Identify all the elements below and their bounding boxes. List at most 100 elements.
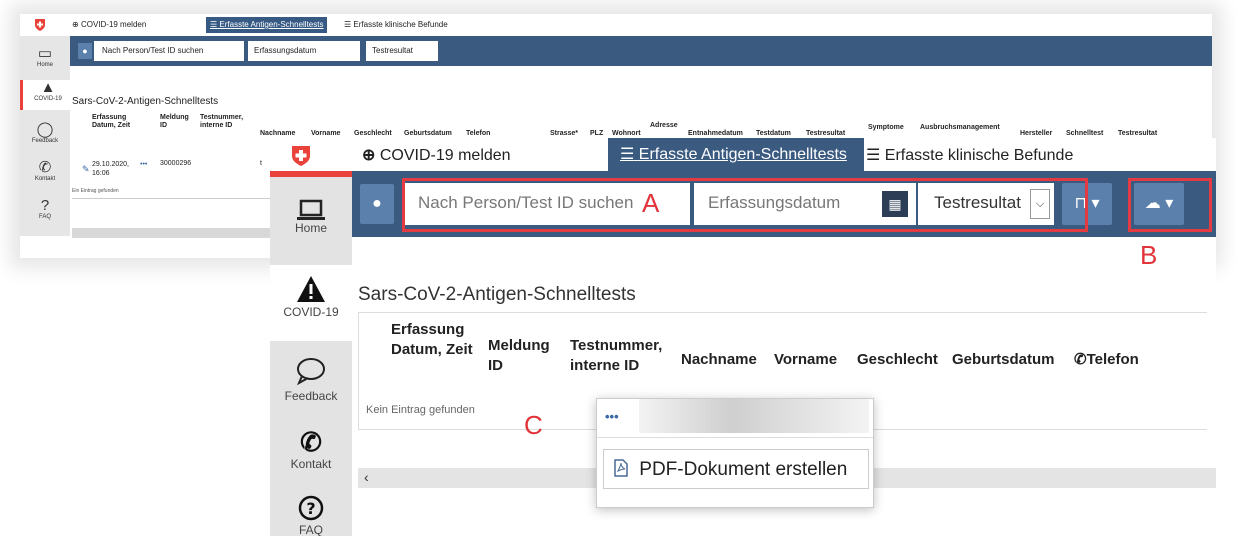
small-th-geburtsdatum: Geburtsdatum [404, 130, 452, 137]
small-th-nachname: Nachname [260, 130, 296, 137]
chevron-left-icon[interactable]: ‹ [364, 469, 369, 485]
annotation-box-a [402, 178, 1088, 232]
small-tab-antigen-label: Erfasste Antigen-Schnelltests [219, 20, 324, 29]
row-actions-dots[interactable]: ••• [605, 409, 619, 424]
tab-clinical-label: Erfasste klinische Befunde [884, 147, 1074, 164]
th-telefon: ✆Telefon [1074, 350, 1139, 370]
list-icon: ☰ [866, 147, 881, 164]
small-result-select[interactable]: Testresultat [366, 41, 438, 61]
sidebar-item-covid[interactable]: COVID-19 [270, 265, 352, 341]
small-sidebar-home[interactable]: ▭ Home [20, 45, 70, 69]
divider [597, 437, 873, 438]
sidebar-item-home[interactable]: Home [270, 199, 352, 257]
small-th-date: Erfassung Datum, Zeit [92, 114, 131, 129]
small-th-wohnort: Wohnort [612, 130, 641, 137]
small-th-symptome: Symptome [868, 124, 904, 131]
list-icon: ☰ [620, 146, 635, 163]
row-action-popup: ••• PDF-Dokument erstellen [596, 398, 874, 508]
small-sidebar-home-label: Home [36, 62, 53, 68]
warning-icon: ▲ [40, 79, 56, 96]
small-sidebar: ▭ Home ▲ COVID-19 ◯ Feedback ✆ Kontakt ? FAQ [20, 36, 73, 236]
add-button[interactable]: ● [360, 184, 394, 224]
small-th-plz: PLZ [590, 130, 604, 137]
small-row-trunc: t [260, 160, 262, 167]
th-date: Erfassung Datum, Zeit [391, 321, 473, 358]
speech-bubble-icon: ◯ [36, 121, 54, 138]
th-geburtsdatum: Geburtsdatum [952, 351, 1055, 368]
small-sidebar-covid[interactable]: ▲ COVID-19 [20, 80, 73, 110]
callout-c: C [524, 410, 543, 440]
list-icon: ☰ [344, 20, 352, 29]
th-id: Meldung ID [488, 337, 550, 374]
annotation-box-b [1128, 178, 1212, 232]
edit-icon[interactable]: ✎ [82, 164, 90, 175]
th-vorname: Vorname [774, 351, 838, 368]
small-empty-note: Ein Eintrag gefunden [72, 188, 119, 194]
plus-circle-icon: ⊕ [362, 147, 376, 164]
tab-antigen-label: Erfasste Antigen-Schnelltests [638, 146, 847, 163]
sidebar-item-home-label: Home [294, 221, 327, 235]
pdf-file-icon [614, 459, 628, 477]
sidebar-item-faq-label: FAQ [298, 523, 323, 536]
small-tab-report-label: COVID-19 melden [80, 20, 147, 29]
sidebar-item-feedback[interactable]: Feedback [270, 357, 352, 417]
question-icon: ? [40, 197, 50, 214]
small-tab-clinical-label: Erfasste klinische Befunde [353, 20, 448, 29]
phone-icon: ✆ [38, 159, 52, 176]
small-row-dots[interactable]: ••• [140, 161, 147, 168]
small-sidebar-feedback-label: Feedback [31, 138, 59, 144]
callout-a: A [642, 188, 660, 218]
small-tab-antigen[interactable]: ☰ Erfasste Antigen-Schnelltests [206, 17, 328, 33]
small-sidebar-faq-label: FAQ [38, 214, 51, 220]
sidebar-item-faq[interactable]: ? FAQ [270, 495, 352, 536]
th-telefon-label: Telefon [1086, 351, 1139, 368]
small-page-title: Sars-CoV-2-Antigen-Schnelltests [72, 96, 219, 107]
top-bar: ⊕ COVID-19 melden ☰ Erfasste Antigen-Sch… [270, 138, 1216, 172]
small-sidebar-feedback[interactable]: ◯ Feedback [20, 121, 70, 145]
question-icon: ? [298, 495, 324, 521]
small-sidebar-covid-label: COVID-19 [34, 96, 62, 102]
th-nachname: Nachname [681, 351, 757, 368]
speech-bubble-icon [297, 358, 325, 385]
blurred-row [639, 399, 869, 433]
small-th-adresse: Adresse [650, 122, 678, 129]
small-add-button[interactable]: ● [78, 43, 92, 59]
svg-text:?: ? [306, 499, 315, 518]
small-tab-clinical[interactable]: ☰ Erfasste klinische Befunde [340, 17, 452, 33]
small-th-entnahmedatum: Entnahmedatum [688, 130, 743, 137]
small-th-ausbruch: Ausbruchsmanagement [920, 124, 1000, 131]
phone-icon: ✆ [300, 427, 322, 457]
small-th-testresultat2: Testresultat [1118, 130, 1158, 137]
tab-clinical[interactable]: ☰ Erfasste klinische Befunde [866, 146, 1073, 166]
small-sidebar-faq[interactable]: ? FAQ [20, 197, 70, 221]
small-sidebar-contact[interactable]: ✆ Kontakt [20, 159, 70, 183]
small-th-vorname: Vorname [311, 130, 341, 137]
small-top-bar: ⊕ COVID-19 melden ☰ Erfasste Antigen-Sch… [20, 14, 1212, 37]
small-th-testdatum: Testdatum [756, 130, 791, 137]
sidebar-item-covid-label: COVID-19 [283, 305, 339, 319]
sidebar: Home COVID-19 Feedback ✆ Kontakt ? FAQ [270, 177, 352, 536]
plus-circle-icon: ⊕ [72, 20, 79, 29]
small-toolbar: ● Nach Person/Test ID suchen Erfassungsd… [70, 36, 1212, 66]
page-title: Sars-CoV-2-Antigen-Schnelltests [358, 284, 636, 305]
small-th-strasse: Strasse* [550, 130, 579, 137]
pdf-menu-item-label: PDF-Dokument erstellen [639, 459, 848, 480]
th-testnr: Testnummer, interne ID [570, 337, 663, 374]
swiss-shield-icon [292, 146, 310, 166]
tab-antigen[interactable]: ☰ Erfasste Antigen-Schnelltests [608, 138, 864, 171]
small-th-telefon: Telefon [466, 130, 491, 137]
sidebar-item-contact[interactable]: ✆ Kontakt [270, 427, 352, 487]
laptop-icon: ▭ [37, 45, 53, 62]
sidebar-item-feedback-label: Feedback [284, 389, 338, 403]
small-row-date: 29.10.2020, 16:06 [92, 161, 129, 177]
small-tab-report[interactable]: ⊕ COVID-19 melden [68, 17, 150, 33]
small-search-input[interactable]: Nach Person/Test ID suchen [94, 41, 244, 61]
list-icon: ☰ [210, 20, 218, 29]
tab-report[interactable]: ⊕ COVID-19 melden [362, 146, 511, 166]
phone-icon: ✆ [1074, 351, 1087, 368]
small-th-schnelltest: Schnelltest [1066, 130, 1104, 137]
pdf-menu-item[interactable]: PDF-Dokument erstellen [603, 449, 869, 489]
th-geschlecht: Geschlecht [857, 351, 938, 368]
tab-report-label: COVID-19 melden [379, 147, 511, 164]
small-date-input[interactable]: Erfassungsdatum [248, 41, 360, 61]
